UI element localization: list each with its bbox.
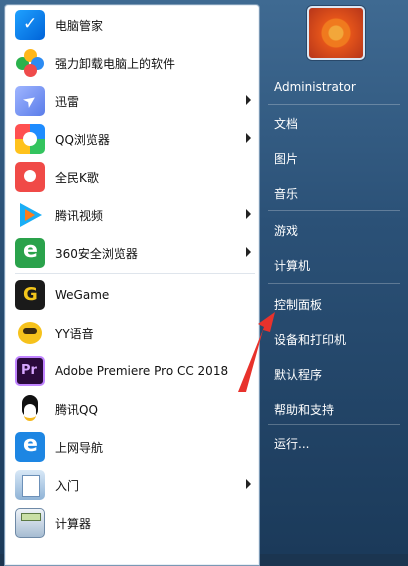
- annotation-arrow-icon: [238, 312, 275, 392]
